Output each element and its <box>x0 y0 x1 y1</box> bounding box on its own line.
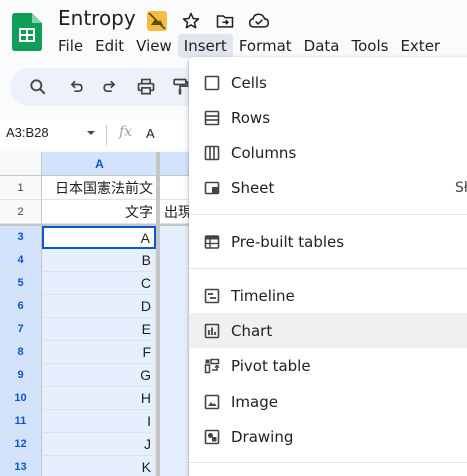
cell-a7[interactable]: E <box>42 318 156 341</box>
chart-icon <box>203 322 221 340</box>
cell-a8[interactable]: F <box>42 341 156 364</box>
menu-item-shortcut: Sł <box>455 179 467 196</box>
sheets-logo-icon[interactable] <box>12 13 42 51</box>
menu-item-pivot-table[interactable]: Pivot table <box>189 348 467 383</box>
menu-item-label: Columns <box>231 143 297 162</box>
row-header[interactable]: 3 <box>0 226 42 249</box>
row-header[interactable]: 10 <box>0 387 42 410</box>
cell-a5[interactable]: C <box>42 272 156 295</box>
cell-a3[interactable]: A <box>42 226 156 249</box>
menu-item-label: Pre-built tables <box>231 232 345 251</box>
row-header[interactable]: 8 <box>0 341 42 364</box>
menu-item-label: Timeline <box>231 286 295 305</box>
menu-format[interactable]: Format <box>233 34 298 58</box>
row-header[interactable]: 4 <box>0 249 42 272</box>
row-header[interactable]: 5 <box>0 272 42 295</box>
menu-item-label: Sheet <box>231 178 275 197</box>
cell-a2[interactable]: 文字 <box>42 200 158 224</box>
menu-item-label: Chart <box>231 321 273 340</box>
sheet-icon <box>203 179 221 197</box>
cell-a10[interactable]: H <box>42 387 156 410</box>
row-header[interactable]: 7 <box>0 318 42 341</box>
menu-divider <box>189 268 467 269</box>
column-header-a[interactable]: A <box>42 152 158 176</box>
menu-view[interactable]: View <box>130 34 178 58</box>
row-header[interactable]: 11 <box>0 410 42 433</box>
menu-item-columns[interactable]: Columns <box>189 135 467 170</box>
menu-item-chart[interactable]: Chart <box>189 313 467 348</box>
divider <box>106 125 107 145</box>
document-title[interactable]: Entropy <box>58 6 136 30</box>
sheet-badge-icon[interactable] <box>145 9 169 33</box>
move-to-folder-icon[interactable] <box>213 9 237 33</box>
row-header[interactable]: 9 <box>0 364 42 387</box>
cell-range-b[interactable] <box>160 226 190 476</box>
insert-menu: Cells Rows Columns Sheet Sł Pre-built ta… <box>189 57 467 476</box>
search-icon[interactable] <box>26 75 50 99</box>
menu-file[interactable]: File <box>52 34 89 58</box>
image-icon <box>203 393 221 411</box>
menu-item-label: Pivot table <box>231 356 311 375</box>
menu-divider <box>189 462 467 463</box>
pivot-table-icon <box>203 357 221 375</box>
menu-data[interactable]: Data <box>298 34 346 58</box>
row-header[interactable]: 1 <box>0 176 42 200</box>
menu-tools[interactable]: Tools <box>346 34 395 58</box>
menu-item-cells[interactable]: Cells <box>189 65 467 100</box>
menu-item-rows[interactable]: Rows <box>189 100 467 135</box>
name-box[interactable]: A3:B28 <box>6 125 49 140</box>
columns-icon <box>203 144 221 162</box>
cloud-status-icon[interactable] <box>247 9 271 33</box>
row-header[interactable]: 12 <box>0 433 42 456</box>
star-icon[interactable] <box>179 9 203 33</box>
cells-icon <box>203 74 221 92</box>
menu-edit[interactable]: Edit <box>89 34 130 58</box>
undo-icon[interactable] <box>64 75 88 99</box>
menu-insert[interactable]: Insert <box>177 34 233 58</box>
print-icon[interactable] <box>134 75 158 99</box>
menubar: File Edit View Insert Format Data Tools … <box>52 34 446 58</box>
rows-icon <box>203 109 221 127</box>
cell-a12[interactable]: J <box>42 433 156 456</box>
cell-a11[interactable]: I <box>42 410 156 433</box>
menu-divider <box>189 214 467 215</box>
cell-a4[interactable]: B <box>42 249 156 272</box>
menu-item-label: Drawing <box>231 427 294 446</box>
redo-icon[interactable] <box>98 75 122 99</box>
fx-icon: fx <box>119 124 133 140</box>
row-header[interactable]: 13 <box>0 456 42 476</box>
cell-a9[interactable]: G <box>42 364 156 387</box>
prebuilt-tables-icon <box>203 233 221 251</box>
row-header[interactable]: 6 <box>0 295 42 318</box>
timeline-icon <box>203 287 221 305</box>
menu-item-prebuilt-tables[interactable]: Pre-built tables <box>189 224 467 259</box>
menu-extensions[interactable]: Exter <box>394 34 446 58</box>
menu-item-drawing[interactable]: Drawing <box>189 419 467 454</box>
menu-item-label: Cells <box>231 73 267 92</box>
cell-a6[interactable]: D <box>42 295 156 318</box>
row-header[interactable]: 2 <box>0 200 42 224</box>
chevron-down-icon[interactable] <box>86 128 96 138</box>
menu-item-label: Image <box>231 392 278 411</box>
menu-item-timeline[interactable]: Timeline <box>189 278 467 313</box>
drawing-icon <box>203 428 221 446</box>
formula-input[interactable]: A <box>146 126 155 141</box>
menu-item-sheet[interactable]: Sheet Sł <box>189 170 467 205</box>
menu-item-image[interactable]: Image <box>189 384 467 419</box>
cell-a1[interactable]: 日本国憲法前文 <box>42 176 158 200</box>
menu-item-label: Rows <box>231 108 271 127</box>
cell-a13[interactable]: K <box>42 456 156 476</box>
select-all-corner[interactable] <box>0 152 42 176</box>
